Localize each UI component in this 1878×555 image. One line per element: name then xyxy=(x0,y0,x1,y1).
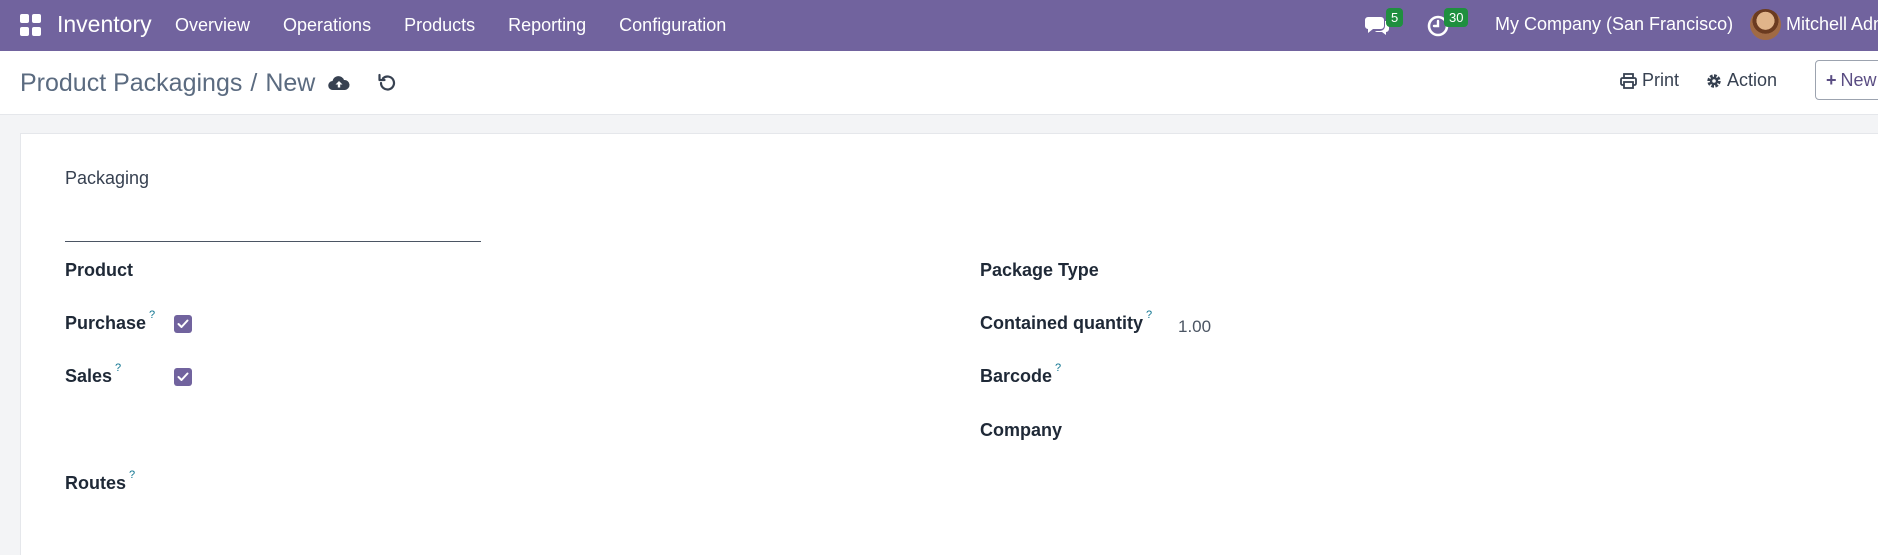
routes-label-text: Routes xyxy=(65,473,127,493)
printer-icon xyxy=(1620,72,1637,89)
menu-operations[interactable]: Operations xyxy=(283,15,371,36)
discard-icon[interactable] xyxy=(376,72,398,94)
user-avatar[interactable] xyxy=(1750,9,1781,40)
contained-qty-label-text: Contained quantity xyxy=(980,313,1143,333)
sales-help-icon[interactable]: ? xyxy=(115,362,121,374)
action-label: Action xyxy=(1727,70,1778,90)
menu-configuration[interactable]: Configuration xyxy=(619,15,726,36)
breadcrumb-parent[interactable]: Product Packagings xyxy=(20,69,242,97)
packaging-label: Packaging xyxy=(65,168,150,188)
new-button[interactable]: + New xyxy=(1815,60,1878,100)
gear-icon xyxy=(1707,73,1721,88)
contained-qty-help-icon[interactable]: ? xyxy=(1146,309,1152,321)
top-navbar: Inventory Overview Operations Products R… xyxy=(0,0,1878,51)
plus-icon: + xyxy=(1826,69,1837,90)
contained-qty-label: Contained quantity? xyxy=(980,309,1152,334)
purchase-help-icon[interactable]: ? xyxy=(149,309,155,321)
new-label: New xyxy=(1840,69,1877,90)
package-type-label: Package Type xyxy=(980,260,1099,280)
routes-label: Routes? xyxy=(65,469,135,494)
company-switcher[interactable]: My Company (San Francisco) xyxy=(1495,14,1733,35)
menu-products[interactable]: Products xyxy=(404,15,475,36)
save-cloud-icon[interactable] xyxy=(327,72,351,96)
product-label: Product xyxy=(65,260,134,280)
sales-label-text: Sales xyxy=(65,366,113,386)
checkmark-icon xyxy=(177,319,189,328)
sales-checkbox[interactable] xyxy=(174,368,192,386)
sales-label: Sales? xyxy=(65,362,121,387)
user-menu[interactable]: Mitchell Adm xyxy=(1786,14,1878,35)
breadcrumb-separator: / xyxy=(250,69,258,97)
control-panel: Product Packagings / New Print Action + Ne… xyxy=(0,51,1878,115)
company-label: Company xyxy=(980,420,1063,440)
app-grid-icon[interactable] xyxy=(20,14,42,36)
app-name[interactable]: Inventory xyxy=(57,11,152,38)
menu-overview[interactable]: Overview xyxy=(175,15,250,36)
breadcrumb: Product Packagings / New xyxy=(20,69,315,98)
form-sheet xyxy=(20,133,1878,555)
routes-help-icon[interactable]: ? xyxy=(129,469,135,481)
purchase-label: Purchase? xyxy=(65,309,155,334)
purchase-checkbox[interactable] xyxy=(174,315,192,333)
barcode-label-text: Barcode xyxy=(980,366,1053,386)
contained-qty-value[interactable]: 1.00 xyxy=(1178,317,1211,337)
barcode-help-icon[interactable]: ? xyxy=(1055,362,1061,374)
print-label: Print xyxy=(1642,70,1680,90)
chat-count-badge: 5 xyxy=(1386,8,1404,27)
purchase-label-text: Purchase xyxy=(65,313,147,333)
breadcrumb-current: New xyxy=(265,69,316,97)
print-button[interactable]: Print xyxy=(1620,70,1679,91)
activity-count-badge: 30 xyxy=(1444,8,1469,27)
menu-reporting[interactable]: Reporting xyxy=(508,15,586,36)
action-button[interactable]: Action xyxy=(1706,70,1777,91)
checkmark-icon xyxy=(177,372,189,381)
packaging-name-input[interactable] xyxy=(65,210,481,242)
barcode-label: Barcode? xyxy=(980,362,1061,387)
main-menu: Overview Operations Products Reporting C… xyxy=(175,0,759,51)
